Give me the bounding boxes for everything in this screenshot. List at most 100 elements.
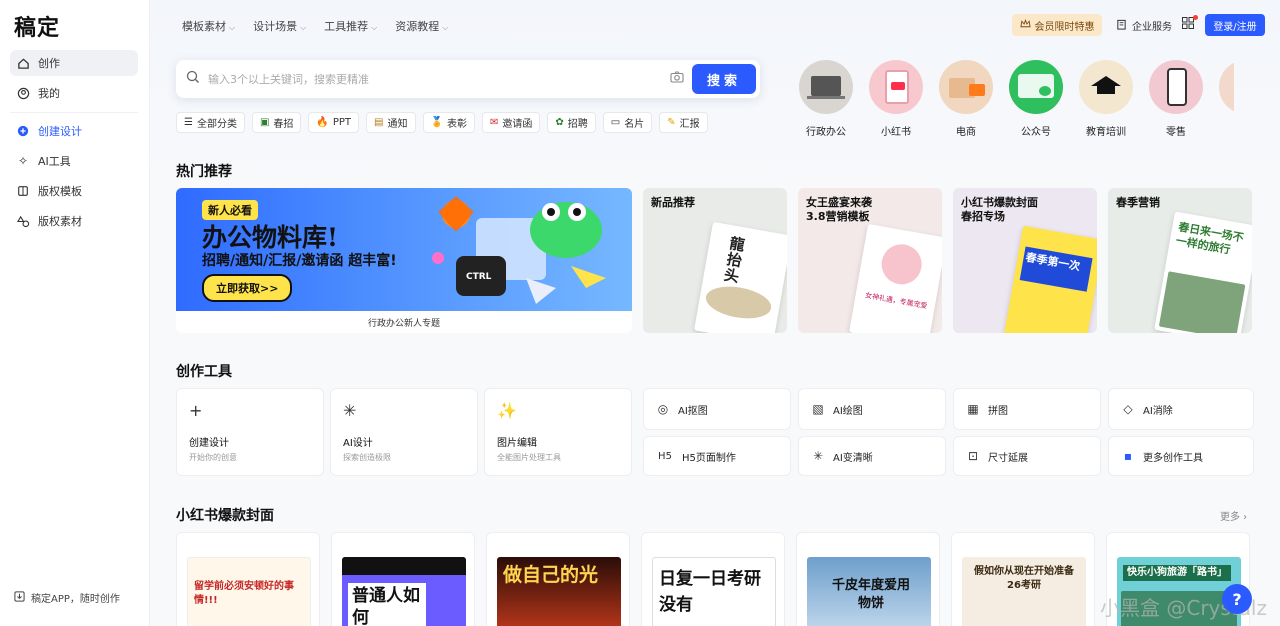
sidebar-item-create[interactable]: 创作 xyxy=(10,50,138,76)
banner-caption: 行政办公新人专题 xyxy=(367,319,440,329)
banner-cta-button[interactable]: 立即获取>> xyxy=(202,274,293,302)
banner-headline: 办公物料库! xyxy=(202,223,338,252)
category-more[interactable]: 会 xyxy=(1218,60,1234,138)
user-icon xyxy=(16,86,30,100)
cover-card[interactable]: 留学前必须安顿好的事情!!! xyxy=(176,532,320,626)
cover-card[interactable]: 日复一日考研没有 xyxy=(641,532,785,626)
category-chips: ☰ 全部分类 ▣ 春招 🔥 PPT ▤ 通知 🏅 表彰 ✉ 邀请函 ✿ 招聘 ▭ 名片 ✎ 汇报 xyxy=(176,112,708,133)
cover-card[interactable]: 做自己的光 xyxy=(486,532,630,626)
sidebar-item-assets[interactable]: 版权素材 xyxy=(10,208,138,234)
category-education[interactable]: 教育培训 xyxy=(1078,60,1134,138)
chip-hiring[interactable]: ✿ 招聘 xyxy=(547,112,596,133)
search-button[interactable]: 搜索 xyxy=(692,64,756,94)
vip-offer-button[interactable]: 会员限时特惠 xyxy=(1012,14,1102,36)
sidebar-item-create-design[interactable]: 创建设计 xyxy=(10,118,138,144)
chip-all-categories[interactable]: ☰ 全部分类 xyxy=(176,112,245,133)
app-download-link[interactable]: 稿定APP，随时创作 xyxy=(14,590,120,605)
brand-logo[interactable]: 稿定 xyxy=(14,10,60,42)
cover-poster: 日复一日考研没有 xyxy=(652,557,776,626)
chip-invitation[interactable]: ✉ 邀请函 xyxy=(481,112,541,133)
shapes-icon xyxy=(16,214,30,228)
search-input[interactable] xyxy=(208,72,648,86)
medal-icon: 🏅 xyxy=(430,117,443,128)
promo-poster: 女神礼遇，专属宠爱 xyxy=(849,223,942,333)
cover-poster: 留学前必须安顿好的事情!!! xyxy=(187,557,311,626)
tool-ai-enhance[interactable]: ✳ AI变清晰 xyxy=(798,436,946,476)
chevron-down-icon: ⌵ xyxy=(229,23,236,32)
chip-business-card[interactable]: ▭ 名片 xyxy=(602,112,653,133)
top-nav: 模板素材 ⌵ 设计场景 ⌵ 工具推荐 ⌵ 资源教程 ⌵ xyxy=(182,18,448,34)
education-thumbnail xyxy=(1079,60,1133,114)
tool-ai-cutout[interactable]: ◎ AI抠图 xyxy=(643,388,791,430)
cover-poster: 做自己的光 xyxy=(497,557,621,626)
sidebar-item-ai-tools[interactable]: ✧ AI工具 xyxy=(10,148,138,174)
sidebar-item-label: 版权素材 xyxy=(38,215,82,228)
sidebar-item-templates[interactable]: 版权模板 xyxy=(10,178,138,204)
eraser-icon: ◇ xyxy=(1123,402,1133,416)
cover-card[interactable]: 普通人如何 xyxy=(331,532,475,626)
nav-templates[interactable]: 模板素材 ⌵ xyxy=(182,18,235,34)
sidebar-divider xyxy=(10,112,138,113)
sidebar-item-mine[interactable]: 我的 xyxy=(10,80,138,106)
picture-icon: ▣ xyxy=(259,117,270,128)
chip-notice[interactable]: ▤ 通知 xyxy=(366,112,416,133)
cover-card[interactable]: 千皮年度爱用物饼 xyxy=(796,532,940,626)
sidebar-item-label: 创建设计 xyxy=(38,125,82,138)
flower-icon: ✿ xyxy=(555,117,564,128)
search-icon xyxy=(186,70,200,88)
sidebar-item-label: 我的 xyxy=(38,87,60,100)
tool-ai-drawing[interactable]: ▧ AI绘图 xyxy=(798,388,946,430)
more-link[interactable]: 更多 › xyxy=(1220,508,1247,523)
sparkle-icon: ✧ xyxy=(17,154,29,168)
help-button[interactable]: ? xyxy=(1222,584,1252,614)
promo-card-xhs-spring-recruit[interactable]: 小红书爆款封面 春招专场 春季第一次 xyxy=(953,188,1097,333)
notification-dot xyxy=(1193,15,1198,20)
sidebar-item-label: 版权模板 xyxy=(38,185,82,198)
tool-create-design[interactable]: + 创建设计 开始你的创意 xyxy=(176,388,324,476)
category-xiaohongshu[interactable]: 小红书 xyxy=(868,60,924,138)
promo-poster: 春日来一场不一样的旅行 xyxy=(1154,211,1252,333)
collage-icon: ▦ xyxy=(967,402,979,416)
nav-scenes[interactable]: 设计场景 ⌵ xyxy=(253,18,306,34)
enterprise-service-link[interactable]: 企业服务 xyxy=(1116,18,1172,33)
category-retail[interactable]: 零售 xyxy=(1148,60,1204,138)
tool-ai-design[interactable]: ✳ AI设计 探索创造极限 xyxy=(330,388,478,476)
chip-report[interactable]: ✎ 汇报 xyxy=(659,112,708,133)
cutout-icon: ◎ xyxy=(657,402,669,416)
office-thumbnail xyxy=(799,60,853,114)
chevron-down-icon: ⌵ xyxy=(371,23,378,32)
promo-poster: 春季第一次 xyxy=(1004,225,1097,333)
category-office[interactable]: 行政办公 xyxy=(798,60,854,138)
nav-tutorials[interactable]: 资源教程 ⌵ xyxy=(395,18,448,34)
promo-card-womens-day[interactable]: 女王盛宴来袭 3.8营销模板 女神礼遇，专属宠爱 xyxy=(798,188,942,333)
featured-banner[interactable]: 新人必看 办公物料库! 招聘/通知/汇报/邀请函 超丰富! 立即获取>> CTR… xyxy=(176,188,632,333)
tool-collage[interactable]: ▦ 拼图 xyxy=(953,388,1101,430)
more-tools-icon: ▪ xyxy=(1123,449,1133,463)
tool-image-edit[interactable]: ✨ 图片编辑 全能图片处理工具 xyxy=(484,388,632,476)
nav-tools[interactable]: 工具推荐 ⌵ xyxy=(324,18,377,34)
cover-poster: 假如你从现在开始准备26考研 xyxy=(962,557,1086,626)
promo-card-new[interactable]: 新品推荐 龍抬头 xyxy=(643,188,787,333)
template-icon xyxy=(16,184,30,198)
chip-spring-recruit[interactable]: ▣ 春招 xyxy=(251,112,302,133)
category-ecommerce[interactable]: 电商 xyxy=(938,60,994,138)
tool-resize-extend[interactable]: ⊡ 尺寸延展 xyxy=(953,436,1101,476)
promo-card-spring-marketing[interactable]: 春季营销 春日来一场不一样的旅行 xyxy=(1108,188,1252,333)
section-title-xhs-covers: 小红书爆款封面 xyxy=(176,508,274,524)
camera-icon[interactable] xyxy=(670,71,684,87)
building-icon xyxy=(1116,19,1127,33)
resize-icon: ⊡ xyxy=(967,449,979,463)
sidebar: 稿定 创作 我的 创建设计 ✧ AI工具 版权模板 版权素材 稿定APP，随时创… xyxy=(0,0,150,626)
section-title-tools: 创作工具 xyxy=(176,364,232,380)
tool-h5-page[interactable]: H5 H5页面制作 xyxy=(643,436,791,476)
tool-more-tools[interactable]: ▪ 更多创作工具 xyxy=(1108,436,1254,476)
category-thumbnail xyxy=(1219,60,1234,114)
category-official-account[interactable]: 公众号 xyxy=(1008,60,1064,138)
cover-card[interactable]: 假如你从现在开始准备26考研 xyxy=(951,532,1095,626)
tool-ai-erase[interactable]: ◇ AI消除 xyxy=(1108,388,1254,430)
login-register-button[interactable]: 登录/注册 xyxy=(1205,14,1265,36)
crown-icon xyxy=(1019,18,1031,32)
chip-ppt[interactable]: 🔥 PPT xyxy=(308,112,360,133)
chip-award[interactable]: 🏅 表彰 xyxy=(422,112,475,133)
fire-icon: 🔥 xyxy=(316,117,329,128)
